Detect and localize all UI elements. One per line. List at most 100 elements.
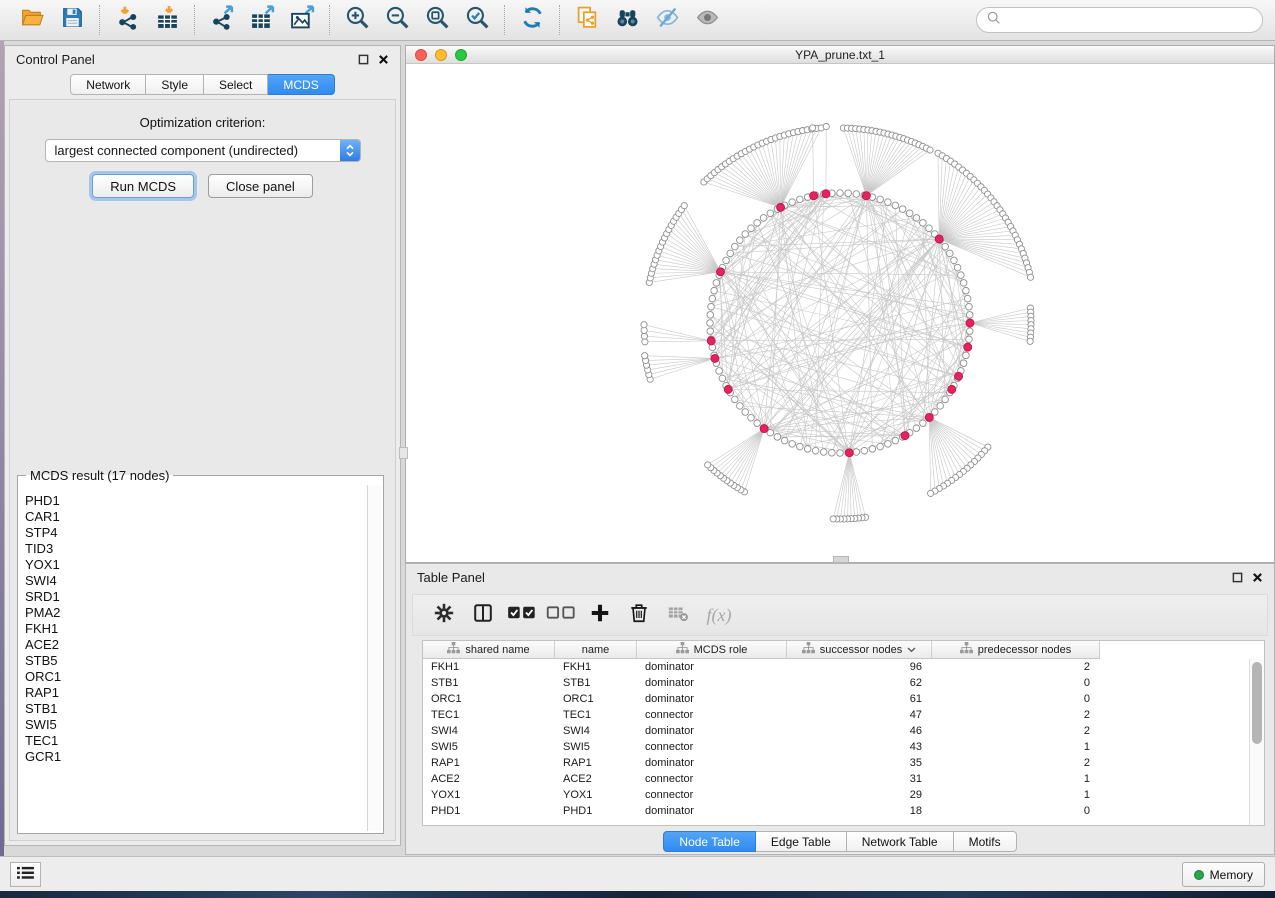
graph-node[interactable]	[708, 303, 715, 310]
table-row-yox1[interactable]: YOX1YOX1connector291	[423, 787, 1249, 803]
table-row-rap1[interactable]: RAP1RAP1dominator352	[423, 755, 1249, 771]
graph-node[interactable]	[754, 220, 761, 227]
graph-node[interactable]	[732, 243, 739, 250]
table-row-ace2[interactable]: ACE2ACE2connector311	[423, 771, 1249, 787]
graph-mcds-node[interactable]	[777, 203, 785, 211]
mcds-result-item[interactable]: TEC1	[20, 733, 366, 749]
graph-mcds-node[interactable]	[862, 192, 870, 200]
graph-node[interactable]	[774, 434, 781, 441]
zoom-selected-button[interactable]	[457, 4, 497, 37]
result-list-scrollbar[interactable]	[367, 485, 382, 831]
hide-selected-button[interactable]	[647, 4, 687, 37]
graph-node[interactable]	[963, 287, 970, 294]
graph-node[interactable]	[877, 443, 884, 450]
graph-node[interactable]	[789, 199, 796, 206]
zoom-in-button[interactable]	[337, 4, 377, 37]
graph-leaf-node[interactable]	[830, 516, 836, 522]
mcds-result-item[interactable]: CAR1	[20, 509, 366, 525]
table-row-swi5[interactable]: SWI5SWI5connector431	[423, 739, 1249, 755]
graph-node[interactable]	[892, 202, 899, 209]
graph-node[interactable]	[926, 225, 933, 232]
graph-node[interactable]	[709, 295, 716, 302]
column-header-name[interactable]: name	[555, 641, 637, 659]
close-panel-button-2[interactable]: Close panel	[208, 174, 313, 198]
graph-node[interactable]	[707, 328, 714, 335]
deselect-all-button[interactable]	[544, 599, 578, 631]
graph-node[interactable]	[723, 257, 730, 264]
graph-mcds-node[interactable]	[822, 190, 830, 198]
graph-node[interactable]	[937, 403, 944, 410]
graph-node[interactable]	[906, 210, 913, 217]
graph-node[interactable]	[964, 295, 971, 302]
memory-button[interactable]: Memory	[1182, 862, 1265, 887]
import-table-button[interactable]	[147, 4, 187, 37]
table-settings-button[interactable]	[427, 599, 461, 631]
graph-node[interactable]	[797, 196, 804, 203]
column-header-successor-nodes[interactable]: successor nodes	[787, 641, 932, 659]
table-row-tec1[interactable]: TEC1TEC1connector472	[423, 707, 1249, 723]
graph-node[interactable]	[707, 312, 714, 319]
graph-node[interactable]	[966, 336, 973, 343]
graph-node[interactable]	[892, 437, 899, 444]
mcds-result-item[interactable]: ORC1	[20, 669, 366, 685]
close-window-button[interactable]	[415, 49, 427, 61]
table-scrollbar[interactable]	[1249, 659, 1264, 825]
graph-node[interactable]	[913, 215, 920, 222]
graph-node[interactable]	[920, 220, 927, 227]
task-list-button[interactable]	[10, 862, 41, 887]
splitter-grip-horizontal[interactable]	[833, 556, 849, 563]
graph-leaf-node[interactable]	[642, 353, 648, 359]
graph-node[interactable]	[797, 443, 804, 450]
graph-node[interactable]	[885, 441, 892, 448]
graph-mcds-node[interactable]	[707, 337, 715, 345]
graph-node[interactable]	[781, 437, 788, 444]
zoom-fit-button[interactable]	[417, 4, 457, 37]
graph-node[interactable]	[963, 352, 970, 359]
graph-node[interactable]	[732, 396, 739, 403]
graph-leaf-node[interactable]	[809, 125, 815, 131]
splitter-grip-vertical[interactable]	[399, 447, 408, 459]
graph-mcds-node[interactable]	[810, 192, 818, 200]
show-columns-button[interactable]	[466, 599, 500, 631]
graph-mcds-node[interactable]	[925, 413, 933, 421]
float-panel-button[interactable]	[358, 54, 369, 65]
mcds-result-item[interactable]: FKH1	[20, 621, 366, 637]
mcds-result-item[interactable]: STB5	[20, 653, 366, 669]
network-canvas[interactable]	[406, 65, 1274, 562]
graph-node[interactable]	[845, 190, 852, 197]
graph-node[interactable]	[960, 280, 967, 287]
add-column-button[interactable]	[583, 599, 617, 631]
copy-view-button[interactable]	[567, 4, 607, 37]
graph-node[interactable]	[942, 396, 949, 403]
graph-node[interactable]	[958, 272, 965, 279]
mcds-result-item[interactable]: STP4	[20, 525, 366, 541]
graph-node[interactable]	[954, 264, 961, 271]
table-row-orc1[interactable]: ORC1ORC1dominator610	[423, 691, 1249, 707]
export-network-button[interactable]	[202, 4, 242, 37]
tab-network[interactable]: Network	[70, 74, 146, 95]
graph-node[interactable]	[913, 425, 920, 432]
save-session-button[interactable]	[52, 4, 92, 37]
graph-node[interactable]	[707, 320, 714, 327]
graph-node[interactable]	[804, 446, 811, 453]
graph-mcds-node[interactable]	[724, 385, 732, 393]
graph-node[interactable]	[951, 257, 958, 264]
graph-node[interactable]	[727, 250, 734, 257]
graph-leaf-node[interactable]	[823, 123, 829, 129]
graph-node[interactable]	[960, 360, 967, 367]
delete-column-button[interactable]	[622, 599, 656, 631]
select-all-button[interactable]	[505, 599, 539, 631]
graph-node[interactable]	[812, 447, 819, 454]
graph-mcds-node[interactable]	[711, 354, 719, 362]
optimization-select[interactable]: largest connected component (undirected)	[45, 139, 361, 162]
graph-node[interactable]	[877, 196, 884, 203]
graph-node[interactable]	[737, 403, 744, 410]
graph-leaf-node[interactable]	[681, 203, 687, 209]
graph-node[interactable]	[920, 420, 927, 427]
graph-leaf-node[interactable]	[928, 490, 934, 496]
tab-mcds[interactable]: MCDS	[268, 74, 334, 95]
graph-mcds-node[interactable]	[948, 385, 956, 393]
graph-node[interactable]	[742, 231, 749, 238]
graph-node[interactable]	[748, 414, 755, 421]
binoculars-button[interactable]	[607, 4, 647, 37]
